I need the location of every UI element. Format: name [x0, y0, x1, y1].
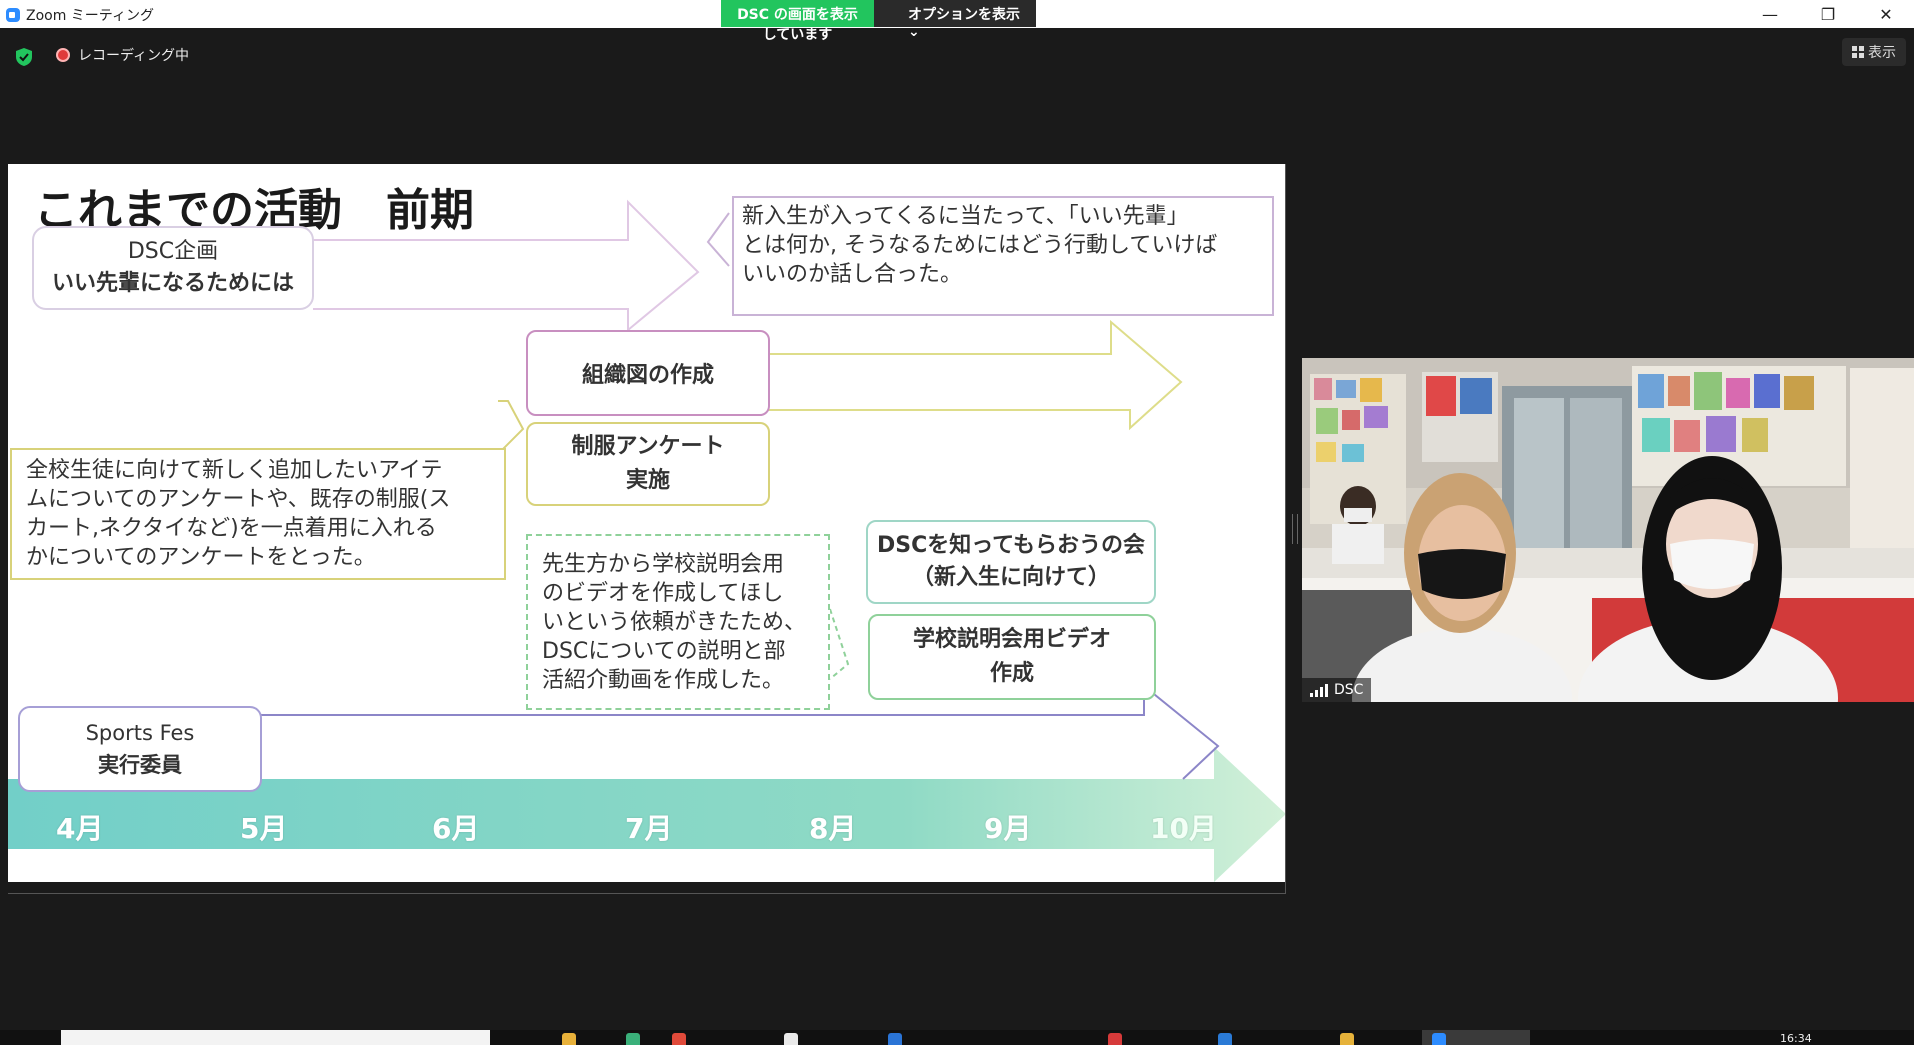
encryption-shield-icon[interactable]	[14, 47, 34, 67]
close-button[interactable]: ✕	[1858, 0, 1914, 28]
chrome-icon[interactable]	[672, 1033, 686, 1045]
zoom-taskbar-button[interactable]	[1422, 1030, 1530, 1045]
participant-name: DSC	[1334, 682, 1364, 698]
senior-note-line3: いいのか話し合った。	[742, 262, 963, 287]
app2-icon[interactable]	[1340, 1033, 1354, 1045]
title-bar: Zoom ミーティング DSC の画面を表示しています オプションを表示 ⌄ —…	[0, 0, 1914, 43]
video-note-line2: のビデオを作成してほし	[542, 580, 784, 606]
view-button-label: 表示	[1868, 45, 1896, 61]
month-label: 9月	[984, 812, 1032, 845]
meeting-top-bar	[0, 28, 1914, 78]
know-dsc-line2: （新入生に向けて）	[911, 565, 1110, 590]
participant-video[interactable]	[1302, 358, 1914, 702]
restore-button[interactable]: ❐	[1800, 0, 1856, 28]
app-icon[interactable]	[784, 1033, 798, 1045]
video-note-line3: いという依頼がきたため、	[542, 609, 807, 635]
uniform-note-line1: 全校生徒に向けて新しく追加したいアイテ	[26, 458, 443, 483]
video-frame-image	[1302, 358, 1914, 702]
senior-note-line2: とは何か, そうなるためにはどう行動していけば	[742, 233, 1218, 258]
uniform-survey-line2: 実施	[625, 468, 670, 493]
senior-note-line1: 新入生が入ってくるに当たって、「いい先輩」	[742, 204, 1189, 229]
taskbar	[0, 1030, 1914, 1045]
panel-resize-handle[interactable]	[1292, 514, 1298, 544]
edge-icon[interactable]	[626, 1033, 640, 1045]
record-icon	[56, 48, 70, 62]
school-video-box: 学校説明会用ビデオ 作成	[868, 614, 1156, 700]
share-status: DSC の画面を表示しています	[721, 0, 874, 43]
month-label: 6月	[432, 812, 480, 845]
video-note-line4: DSCについての説明と部	[542, 638, 786, 664]
month-label: 5月	[240, 812, 288, 845]
dsc-plan-line2: いい先輩になるためには	[51, 271, 294, 296]
know-dsc-line1: DSCを知ってもらおうの会	[876, 533, 1146, 558]
know-dsc-box: DSCを知ってもらおうの会 （新入生に向けて）	[866, 520, 1156, 604]
uniform-survey-line1: 制服アンケート	[571, 434, 725, 459]
office-icon[interactable]	[1108, 1033, 1122, 1045]
dsc-plan-line1: DSC企画	[127, 239, 219, 264]
video-note-callout: 先生方から学校説明会用 のビデオを作成してほし いという依頼がきたため、 DSC…	[526, 534, 830, 710]
zoom-icon	[1432, 1033, 1446, 1045]
recording-indicator[interactable]: レコーディング中	[56, 45, 189, 65]
uniform-note-line2: ムについてのアンケートや、既存の制服(ス	[26, 487, 451, 512]
uniform-note-line3: カート,ネクタイなど)を一点着用に入れる	[26, 516, 437, 541]
grid-icon	[1852, 46, 1864, 58]
minimize-button[interactable]: —	[1742, 0, 1798, 28]
uniform-arrow	[768, 319, 1183, 431]
participant-name-tag: DSC	[1302, 678, 1372, 702]
signal-strength-icon	[1310, 683, 1328, 697]
senior-note-callout: 新入生が入ってくるに当たって、「いい先輩」 とは何か, そうなるためにはどう行動…	[732, 196, 1274, 316]
zoom-logo-icon	[6, 8, 20, 22]
uniform-note-line4: かについてのアンケートをとった。	[26, 545, 376, 570]
sports-line1: Sports Fes	[85, 721, 195, 745]
word-icon[interactable]	[1218, 1033, 1232, 1045]
share-banner: DSC の画面を表示しています オプションを表示 ⌄	[721, 0, 1036, 43]
video-note-line5: 活紹介動画を作成した。	[542, 667, 785, 693]
org-chart-box: 組織図の作成	[526, 330, 770, 416]
shared-screen-slide: これまでの活動 前期 DSC企画 いい先輩になるためには 新入生が入ってくるに当…	[8, 164, 1286, 882]
month-label: 10月	[1150, 812, 1217, 845]
month-label: 4月	[56, 812, 104, 845]
sports-line2: 実行委員	[98, 753, 182, 777]
uniform-survey-box: 制服アンケート 実施	[526, 422, 770, 506]
taskbar-search-box[interactable]	[61, 1030, 490, 1045]
taskbar-clock: 16:34	[1780, 1032, 1812, 1045]
school-video-line1: 学校説明会用ビデオ	[912, 627, 1111, 652]
file-explorer-icon[interactable]	[562, 1033, 576, 1045]
uniform-note-callout: 全校生徒に向けて新しく追加したいアイテ ムについてのアンケートや、既存の制服(ス…	[10, 448, 506, 580]
view-options-button[interactable]: オプションを表示 ⌄	[874, 0, 1036, 40]
mail-icon[interactable]	[888, 1033, 902, 1045]
school-video-line2: 作成	[989, 661, 1034, 686]
window-title: Zoom ミーティング	[26, 8, 154, 24]
view-button[interactable]: 表示	[1842, 38, 1906, 66]
org-chart-label: 組織図の作成	[581, 363, 714, 388]
dsc-plan-box: DSC企画 いい先輩になるためには	[32, 226, 314, 310]
month-label: 8月	[809, 812, 857, 845]
recording-label: レコーディング中	[78, 48, 190, 64]
app-title: Zoom ミーティング	[6, 5, 154, 25]
month-label: 7月	[625, 812, 673, 845]
video-note-line1: 先生方から学校説明会用	[542, 551, 785, 577]
sports-fes-box: Sports Fes 実行委員	[18, 706, 262, 792]
